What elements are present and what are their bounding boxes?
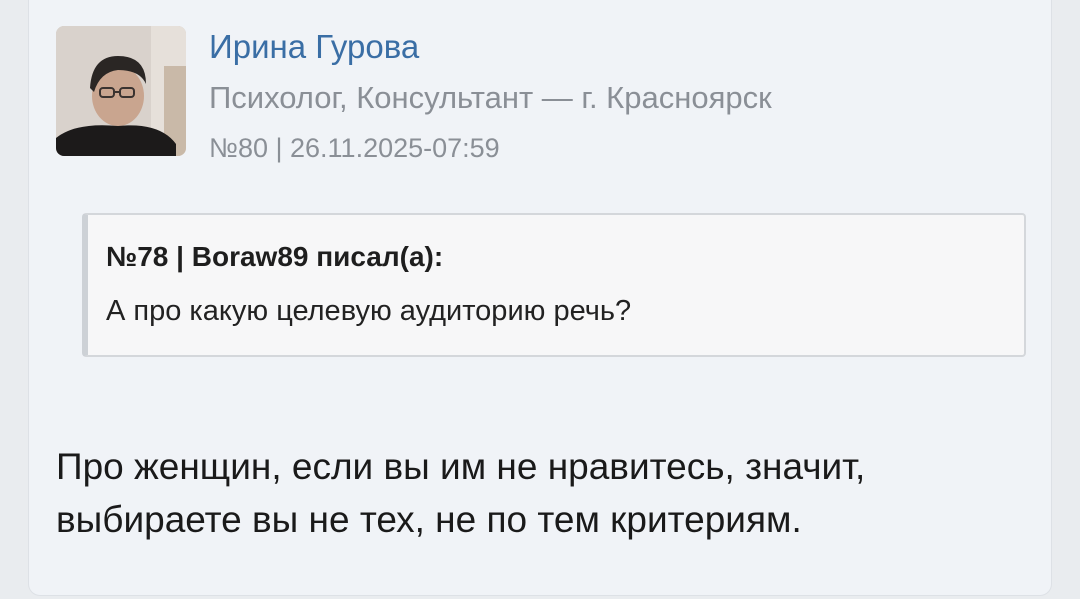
avatar-photo-icon bbox=[56, 26, 186, 156]
quote-block: №78 | Boraw89 писал(а): А про какую целе… bbox=[82, 213, 1026, 357]
post-message: Про женщин, если вы им не нравитесь, зна… bbox=[56, 446, 866, 540]
forum-post-card: Ирина Гурова Психолог, Консультант — г. … bbox=[28, 0, 1052, 596]
avatar[interactable] bbox=[56, 26, 186, 156]
post-number-and-date[interactable]: №80 | 26.11.2025-07:59 bbox=[209, 133, 500, 164]
quote-header[interactable]: №78 | Boraw89 писал(а): bbox=[106, 241, 443, 273]
quote-text: А про какую целевую аудиторию речь? bbox=[106, 295, 632, 327]
author-name[interactable]: Ирина Гурова bbox=[209, 28, 419, 66]
author-role: Психолог, Консультант — г. Красноярск bbox=[209, 80, 772, 115]
